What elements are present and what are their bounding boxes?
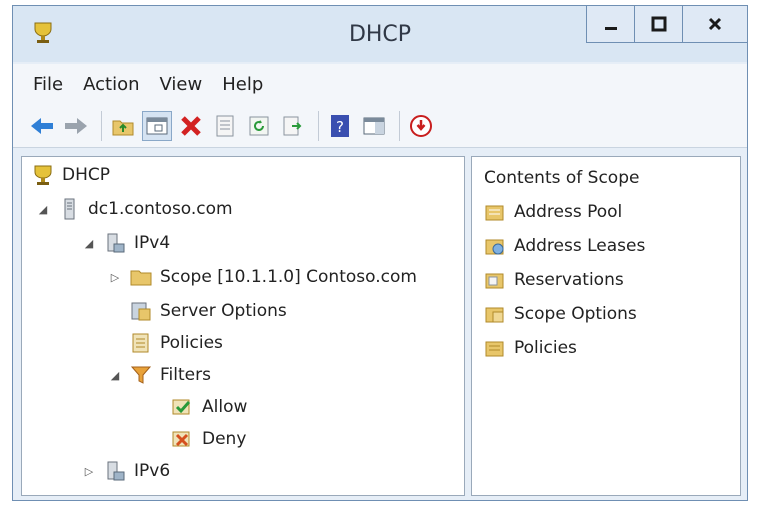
properties-icon (216, 115, 234, 136)
tree-node-ipv4[interactable]: ◢ IPv4 (82, 229, 170, 257)
deactivate-icon (410, 114, 432, 137)
menu-view[interactable]: View (160, 74, 203, 95)
forward-button[interactable] (61, 111, 91, 141)
toolbar-separator (318, 110, 319, 141)
deactivate-button[interactable] (406, 111, 436, 141)
tree-label-policies: Policies (160, 333, 223, 353)
menu-file[interactable]: File (33, 74, 63, 95)
title-bar[interactable]: DHCP (13, 6, 747, 62)
tree-label-dhcp: DHCP (62, 165, 110, 185)
tree-label-filters: Filters (160, 365, 211, 385)
tree-node-ipv6[interactable]: ▷ IPv6 (82, 457, 170, 485)
tree-node-filters[interactable]: ◢ Filters (108, 361, 211, 389)
ipv4-icon (107, 233, 125, 253)
up-folder-icon (112, 120, 134, 135)
tree-node-server[interactable]: ◢ dc1.contoso.com (36, 195, 233, 223)
details-label: Policies (514, 338, 577, 358)
close-icon (708, 17, 722, 31)
server-options-icon (131, 302, 151, 321)
minimize-icon (604, 27, 617, 30)
address-leases-icon (485, 239, 504, 255)
expand-arrow-icon[interactable]: ▷ (82, 465, 96, 478)
tree-node-policies[interactable]: Policies (130, 329, 223, 357)
collapse-arrow-icon[interactable]: ◢ (108, 369, 122, 382)
policies-icon (132, 333, 149, 353)
allow-filter-icon (172, 399, 191, 415)
toolbar-separator (399, 110, 400, 141)
back-arrow-icon (31, 117, 53, 134)
details-header: Contents of Scope (484, 168, 640, 188)
details-item-scope-options[interactable]: Scope Options (484, 299, 637, 329)
details-pane[interactable]: Contents of Scope Address Pool Address L… (471, 156, 741, 496)
tree-node-deny[interactable]: Deny (172, 425, 246, 453)
menu-bar: File Action View Help (13, 64, 747, 104)
dhcp-window: DHCP File Action View Help ? DHCP ◢ dc1.… (12, 5, 748, 501)
export-list-button[interactable] (278, 111, 308, 141)
toolbar: ? (13, 104, 747, 148)
window-controls (586, 6, 747, 43)
collapse-arrow-icon[interactable]: ◢ (36, 203, 50, 216)
maximize-button[interactable] (635, 6, 683, 42)
show-hide-pane-button[interactable] (359, 111, 389, 141)
tree-label-server: dc1.contoso.com (88, 199, 233, 219)
reservations-icon (485, 273, 504, 289)
refresh-icon (249, 116, 269, 135)
tree-label-ipv6: IPv6 (134, 461, 171, 481)
up-level-button[interactable] (108, 111, 138, 141)
tree-node-scope[interactable]: ▷ Scope [10.1.1.0] Contoso.com (108, 263, 417, 291)
collapse-arrow-icon[interactable]: ◢ (82, 237, 96, 250)
delete-button[interactable] (176, 111, 206, 141)
details-item-address-pool[interactable]: Address Pool (484, 197, 622, 227)
dhcp-node-icon (34, 165, 52, 185)
details-label: Address Leases (514, 236, 646, 256)
help-button[interactable]: ? (325, 111, 355, 141)
back-button[interactable] (27, 111, 57, 141)
close-button[interactable] (683, 6, 747, 42)
server-icon (64, 198, 75, 220)
tree-label-server-options: Server Options (160, 301, 287, 321)
delete-icon (181, 115, 201, 136)
menu-action[interactable]: Action (83, 74, 139, 95)
scope-folder-icon (130, 270, 152, 286)
show-hide-pane-icon (363, 117, 385, 134)
menu-help[interactable]: Help (222, 74, 263, 95)
export-list-icon (283, 116, 302, 135)
refresh-button[interactable] (244, 111, 274, 141)
tree-node-allow[interactable]: Allow (172, 393, 247, 421)
forward-arrow-icon (65, 117, 87, 134)
filters-icon (130, 366, 152, 384)
details-item-reservations[interactable]: Reservations (484, 265, 624, 295)
console-view-button[interactable] (142, 110, 172, 141)
ipv6-icon (107, 461, 125, 481)
tree-label-scope: Scope [10.1.1.0] Contoso.com (160, 267, 417, 287)
console-view-icon (146, 117, 168, 134)
details-label: Scope Options (514, 304, 637, 324)
minimize-button[interactable] (587, 6, 635, 42)
tree-node-server-options[interactable]: Server Options (130, 297, 287, 325)
maximize-icon (651, 16, 666, 32)
details-item-address-leases[interactable]: Address Leases (484, 231, 645, 261)
address-pool-icon (485, 205, 504, 221)
tree-label-allow: Allow (202, 397, 248, 417)
deny-filter-icon (172, 431, 190, 447)
tree-label-deny: Deny (202, 429, 247, 449)
tree-label-ipv4: IPv4 (134, 233, 171, 253)
policies-icon (485, 341, 504, 357)
toolbar-separator (101, 110, 102, 141)
svg-text:?: ? (336, 118, 344, 136)
scope-options-icon (485, 307, 504, 323)
console-tree-pane[interactable]: DHCP ◢ dc1.contoso.com ◢ IPv4 ▷ Scope [1… (21, 156, 465, 496)
tree-node-dhcp[interactable]: DHCP (32, 161, 110, 189)
properties-button[interactable] (210, 111, 240, 141)
expand-arrow-icon[interactable]: ▷ (108, 271, 122, 284)
help-icon: ? (331, 114, 349, 137)
details-item-policies[interactable]: Policies (484, 333, 577, 363)
details-label: Address Pool (514, 202, 623, 222)
details-label: Reservations (514, 270, 624, 290)
